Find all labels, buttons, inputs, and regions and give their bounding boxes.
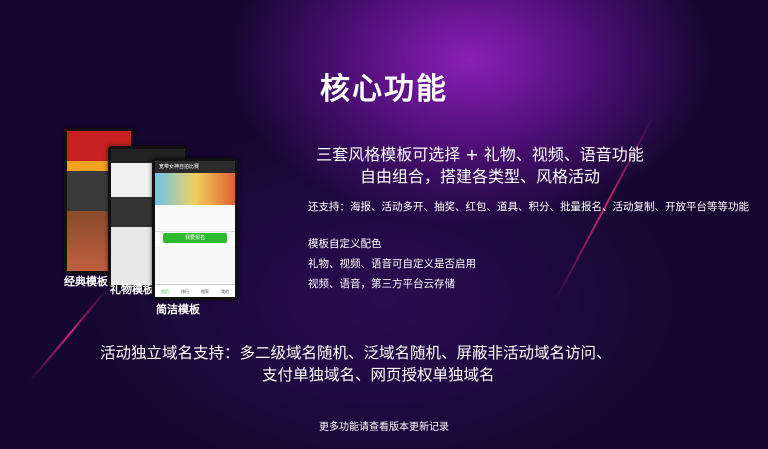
page-title: 核心功能 (320, 72, 448, 107)
domain-line-2: 支付单独域名、网页授权单独域名 (262, 366, 495, 384)
simple-template-screenshot: 宽带女神自拍比赛 我要报名 首页 排行 搜索 我的 (152, 158, 238, 300)
more-features-note: 更多功能请查看版本更新记录 (319, 422, 449, 433)
template-tabbar: 首页 排行 搜索 我的 (155, 284, 235, 297)
tab-mine[interactable]: 我的 (215, 285, 235, 297)
tab-search[interactable]: 搜索 (195, 285, 215, 297)
light-streak (29, 288, 108, 382)
tab-ranking[interactable]: 排行 (175, 285, 195, 297)
feature-line-2: 自由组合，搭建各类型、风格活动 (359, 167, 600, 186)
template-header: 宽带女神自拍比赛 (155, 161, 235, 173)
domain-support-text: 活动独立域名支持：多二级域名随机、泛域名随机、屏蔽非活动域名访问、 支付单独域名… (100, 342, 700, 386)
domain-line-1: 活动独立域名支持：多二级域名随机、泛域名随机、屏蔽非活动域名访问、 (100, 344, 612, 362)
feature-summary: 三套风格模板可选择 + 礼物、视频、语音功能 自由组合，搭建各类型、风格活动 (300, 144, 660, 188)
option-item: 礼物、视频、语音可自定义是否启用 (308, 258, 476, 270)
option-item: 模板自定义配色 (308, 238, 382, 250)
options-list: 模板自定义配色 礼物、视频、语音可自定义是否启用 视频、语音，第三方平台云存储 (308, 234, 476, 294)
tab-home[interactable]: 首页 (155, 285, 175, 297)
vote-button[interactable]: 我要报名 (163, 233, 227, 243)
template-label-classic: 经典模板 (64, 275, 108, 288)
option-item: 视频、语音，第三方平台云存储 (308, 278, 455, 290)
feature-line-1: 三套风格模板可选择 + 礼物、视频、语音功能 (316, 145, 644, 164)
also-support-text: 还支持：海报、活动多开、抽奖、红包、道具、积分、批量报名、活动复制、开放平台等等… (308, 201, 749, 213)
template-label-gift: 礼物模板 (110, 283, 154, 296)
template-label-simple: 简洁模板 (156, 303, 200, 316)
